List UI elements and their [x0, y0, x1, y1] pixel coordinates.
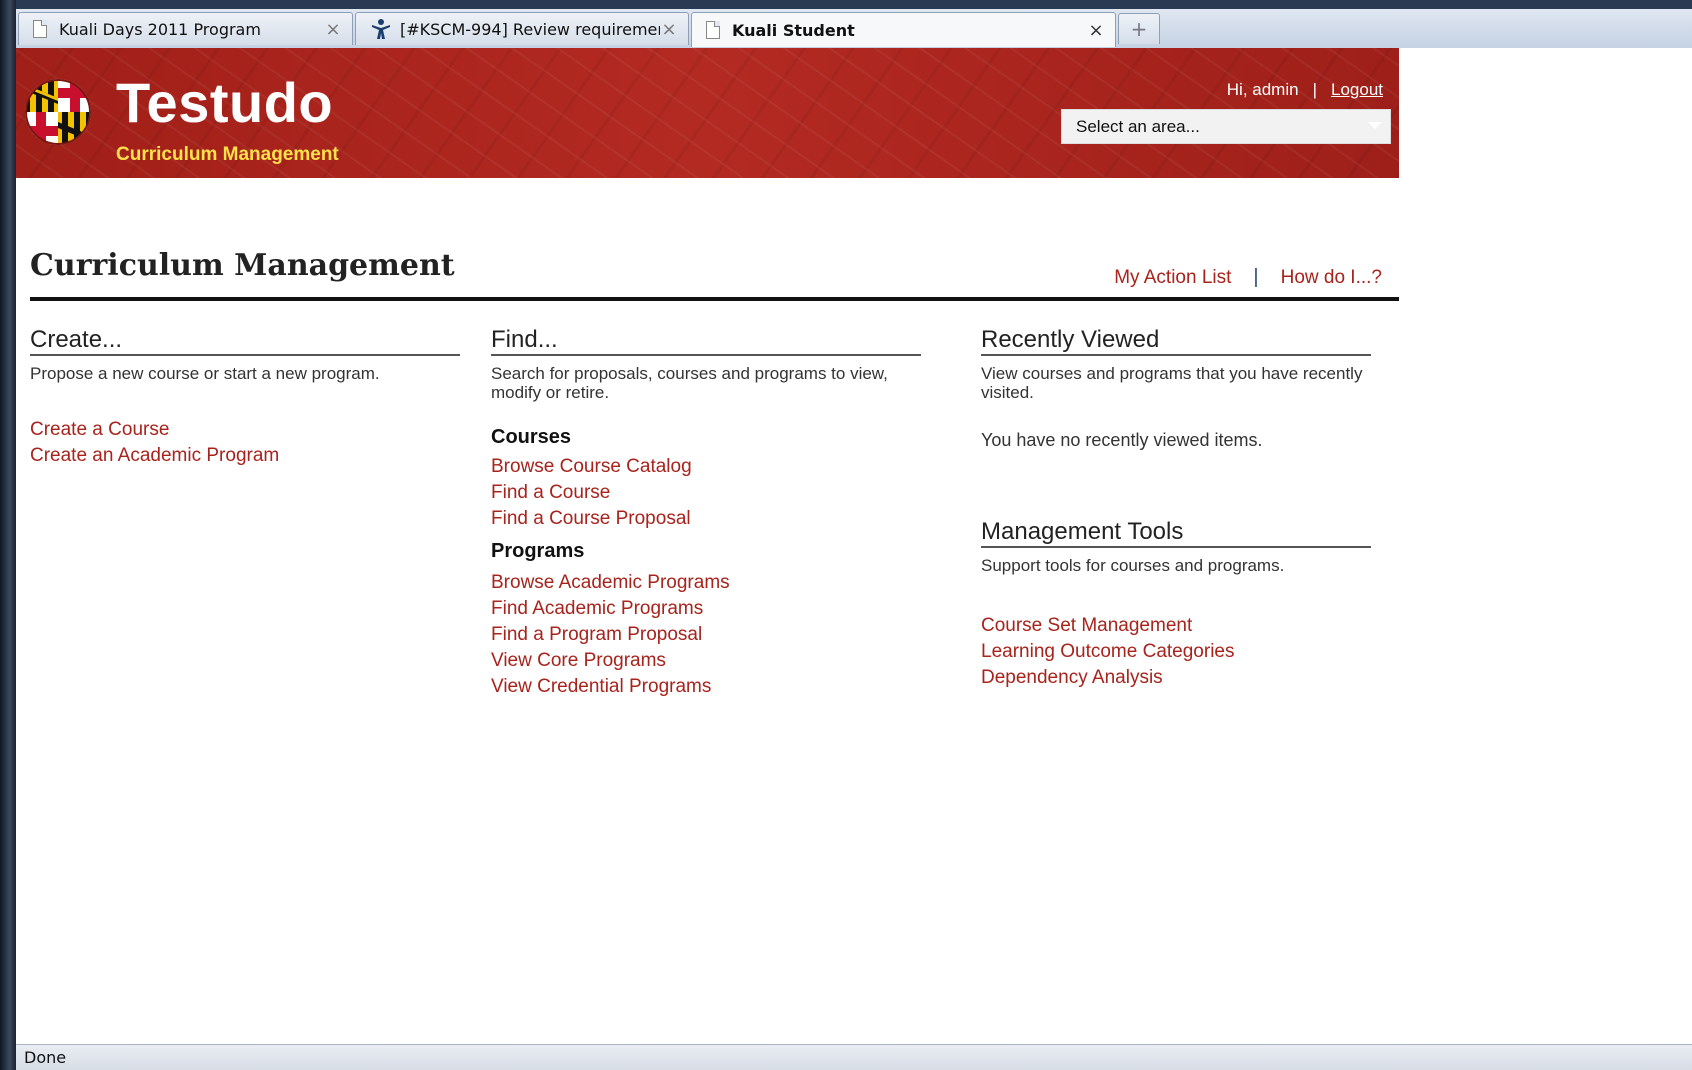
page-top-links: My Action List | How do I...? [1114, 266, 1382, 289]
close-icon[interactable]: × [324, 19, 342, 40]
user-bar-separator: | [1312, 80, 1317, 99]
new-tab-button[interactable]: + [1118, 13, 1160, 44]
find-course-proposal-link[interactable]: Find a Course Proposal [491, 506, 921, 532]
recently-viewed-empty: You have no recently viewed items. [981, 430, 1263, 450]
tab-kscm-994[interactable]: [#KSCM-994] Review requirements ... × [355, 12, 689, 45]
create-links: Create a Course Create an Academic Progr… [30, 417, 460, 469]
my-action-list-link[interactable]: My Action List [1114, 267, 1231, 289]
find-academic-programs-link[interactable]: Find Academic Programs [491, 596, 921, 622]
browse-academic-programs-link[interactable]: Browse Academic Programs [491, 570, 921, 596]
tab-kuali-days[interactable]: Kuali Days 2011 Program × [18, 12, 353, 45]
chevron-down-icon [1368, 122, 1382, 129]
app-header: Testudo Curriculum Management Hi, admin … [16, 48, 1399, 178]
programs-subheading: Programs [491, 540, 585, 562]
status-bar: Done [16, 1044, 1692, 1070]
close-icon[interactable]: × [660, 19, 678, 40]
course-set-management-link[interactable]: Course Set Management [981, 613, 1371, 639]
find-program-proposal-link[interactable]: Find a Program Proposal [491, 622, 921, 648]
find-heading: Find... [491, 326, 921, 356]
tab-kuali-student[interactable]: Kuali Student × [691, 12, 1116, 47]
create-section: Create... Propose a new course or start … [30, 326, 460, 469]
create-academic-program-link[interactable]: Create an Academic Program [30, 443, 460, 469]
app-subtitle: Curriculum Management [116, 144, 339, 165]
courses-subheading: Courses [491, 426, 572, 448]
window-frame-left [0, 0, 16, 1070]
user-bar: Hi, admin | Logout [1227, 80, 1383, 100]
maryland-shield-icon [25, 79, 91, 145]
learning-outcome-categories-link[interactable]: Learning Outcome Categories [981, 639, 1371, 665]
status-text: Done [24, 1048, 67, 1067]
browser-tab-strip: Kuali Days 2011 Program × [#KSCM-994] Re… [16, 9, 1692, 49]
area-select-dropdown[interactable]: Select an area... [1061, 109, 1391, 144]
logout-link[interactable]: Logout [1331, 80, 1383, 100]
page-icon [33, 20, 47, 38]
browse-course-catalog-link[interactable]: Browse Course Catalog [491, 454, 921, 480]
management-tools-heading: Management Tools [981, 518, 1371, 548]
management-tools-description: Support tools for courses and programs. [981, 556, 1285, 575]
jira-person-icon [372, 19, 390, 39]
recently-viewed-section: Recently Viewed View courses and program… [981, 326, 1371, 451]
dependency-analysis-link[interactable]: Dependency Analysis [981, 665, 1371, 691]
view-credential-programs-link[interactable]: View Credential Programs [491, 674, 921, 700]
management-tools-links: Course Set Management Learning Outcome C… [981, 613, 1371, 691]
window-frame-top [0, 0, 1692, 9]
create-heading: Create... [30, 326, 460, 356]
recently-viewed-heading: Recently Viewed [981, 326, 1371, 356]
create-description: Propose a new course or start a new prog… [30, 364, 380, 383]
management-tools-section: Management Tools Support tools for cours… [981, 518, 1371, 691]
page-viewport: Testudo Curriculum Management Hi, admin … [16, 48, 1692, 1044]
how-do-i-link[interactable]: How do I...? [1281, 267, 1382, 289]
find-section: Find... Search for proposals, courses an… [491, 326, 921, 700]
find-description: Search for proposals, courses and progra… [491, 364, 888, 402]
page-title: Curriculum Management [30, 248, 455, 283]
tab-label: Kuali Student [732, 20, 855, 40]
top-links-separator: | [1253, 266, 1259, 288]
area-select-value: Select an area... [1076, 116, 1200, 136]
user-greeting: Hi, admin [1226, 80, 1299, 99]
tab-label: [#KSCM-994] Review requirements ... [400, 19, 660, 39]
create-course-link[interactable]: Create a Course [30, 417, 460, 443]
close-icon[interactable]: × [1087, 20, 1105, 41]
find-course-link[interactable]: Find a Course [491, 480, 921, 506]
recently-viewed-description: View courses and programs that you have … [981, 364, 1363, 402]
tab-label: Kuali Days 2011 Program [59, 19, 261, 39]
view-core-programs-link[interactable]: View Core Programs [491, 648, 921, 674]
page-icon [706, 21, 720, 39]
app-title: Testudo [116, 71, 334, 134]
title-divider [30, 297, 1399, 301]
